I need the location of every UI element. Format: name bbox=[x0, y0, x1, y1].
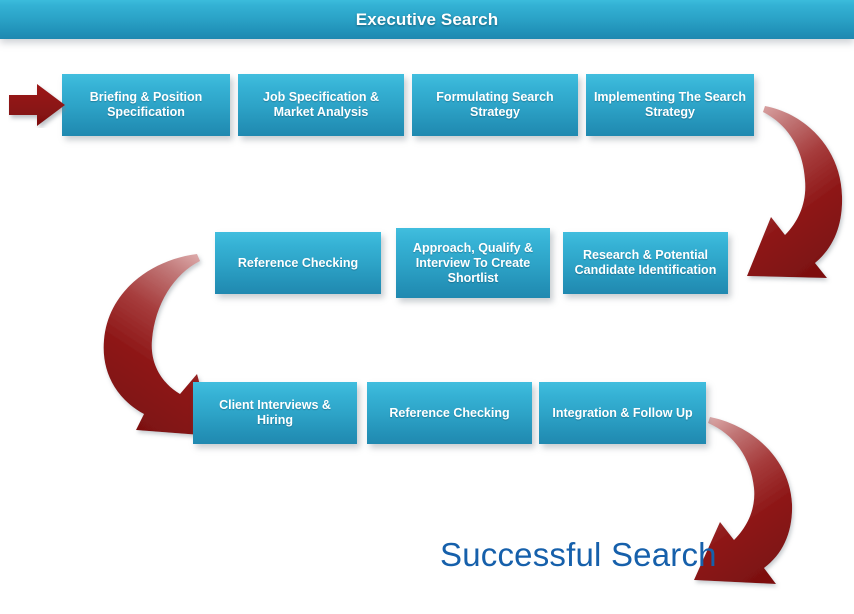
diagram-canvas: Executive Search Briefing & Position Spe… bbox=[0, 0, 854, 614]
process-step-label: Reference Checking bbox=[389, 405, 510, 420]
process-step-box[interactable]: Job Specification & Market Analysis bbox=[238, 74, 404, 136]
process-step-box[interactable]: Research & Potential Candidate Identific… bbox=[563, 232, 728, 294]
process-step-label: Reference Checking bbox=[237, 255, 359, 270]
process-step-label: Research & Potential Candidate Identific… bbox=[574, 248, 717, 277]
process-step-label: Implementing The Search Strategy bbox=[593, 90, 747, 119]
process-step-label: Client Interviews & Hiring bbox=[219, 398, 331, 427]
process-step-box[interactable]: Implementing The Search Strategy bbox=[586, 74, 754, 136]
process-step-label: Job Specification & Market Analysis bbox=[263, 90, 379, 119]
page-title: Executive Search bbox=[355, 10, 499, 29]
result-label: Successful Search bbox=[440, 536, 717, 573]
header-bar: Executive Search bbox=[0, 0, 854, 39]
process-step-label: Approach, Qualify & Interview To Create … bbox=[412, 240, 534, 285]
process-step-label: Briefing & Position Specification bbox=[89, 90, 203, 119]
process-step-box[interactable]: Reference Checking bbox=[367, 382, 532, 444]
arrow-right-icon bbox=[9, 84, 65, 126]
process-step-box[interactable]: Formulating Search Strategy bbox=[412, 74, 578, 136]
process-step-label: Integration & Follow Up bbox=[552, 405, 693, 420]
process-step-box[interactable]: Integration & Follow Up bbox=[539, 382, 706, 444]
process-step-label: Formulating Search Strategy bbox=[436, 90, 554, 119]
process-step-box[interactable]: Approach, Qualify & Interview To Create … bbox=[396, 228, 550, 298]
process-step-box[interactable]: Client Interviews & Hiring bbox=[193, 382, 357, 444]
process-step-box[interactable]: Briefing & Position Specification bbox=[62, 74, 230, 136]
curved-arrow-icon bbox=[747, 106, 843, 278]
process-step-box[interactable]: Reference Checking bbox=[215, 232, 381, 294]
